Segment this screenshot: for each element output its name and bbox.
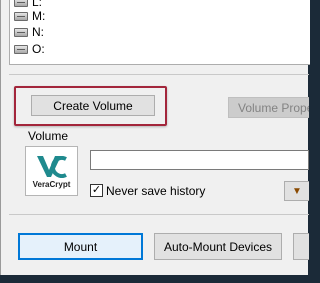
drive-letter: O: xyxy=(32,42,45,56)
dismount-all-button[interactable] xyxy=(293,233,309,260)
veracrypt-logo: VeraCrypt xyxy=(25,146,78,196)
drive-list[interactable]: L: M: N: O: xyxy=(9,0,310,65)
hard-drive-icon xyxy=(14,0,28,7)
veracrypt-main-window: L: M: N: O: Create Volume Volume Proper … xyxy=(0,0,310,275)
never-save-history-label[interactable]: Never save history xyxy=(106,184,205,198)
drive-row[interactable]: M: xyxy=(10,8,45,24)
drive-row[interactable]: N: xyxy=(10,24,44,40)
drive-letter: N: xyxy=(32,25,44,39)
checkmark-icon: ✓ xyxy=(91,184,102,196)
volume-tools-dropdown[interactable]: ▼ xyxy=(284,181,309,201)
create-volume-button[interactable]: Create Volume xyxy=(31,95,155,116)
drive-row[interactable]: O: xyxy=(10,41,45,57)
separator xyxy=(9,214,309,215)
volume-group-label: Volume xyxy=(28,129,69,143)
hard-drive-icon xyxy=(14,27,28,37)
mount-button[interactable]: Mount xyxy=(18,233,143,260)
logo-brand-text: VeraCrypt xyxy=(32,180,71,189)
auto-mount-devices-button[interactable]: Auto-Mount Devices xyxy=(154,233,282,260)
veracrypt-logo-icon xyxy=(37,156,67,178)
hard-drive-icon xyxy=(14,44,28,54)
separator xyxy=(9,74,309,75)
volume-properties-button[interactable]: Volume Proper xyxy=(228,97,309,118)
never-save-history-checkbox[interactable]: ✓ xyxy=(90,184,103,197)
volume-path-input[interactable] xyxy=(90,150,309,170)
hard-drive-icon xyxy=(14,11,28,21)
drive-letter: M: xyxy=(32,9,46,23)
chevron-down-icon: ▼ xyxy=(292,185,302,197)
